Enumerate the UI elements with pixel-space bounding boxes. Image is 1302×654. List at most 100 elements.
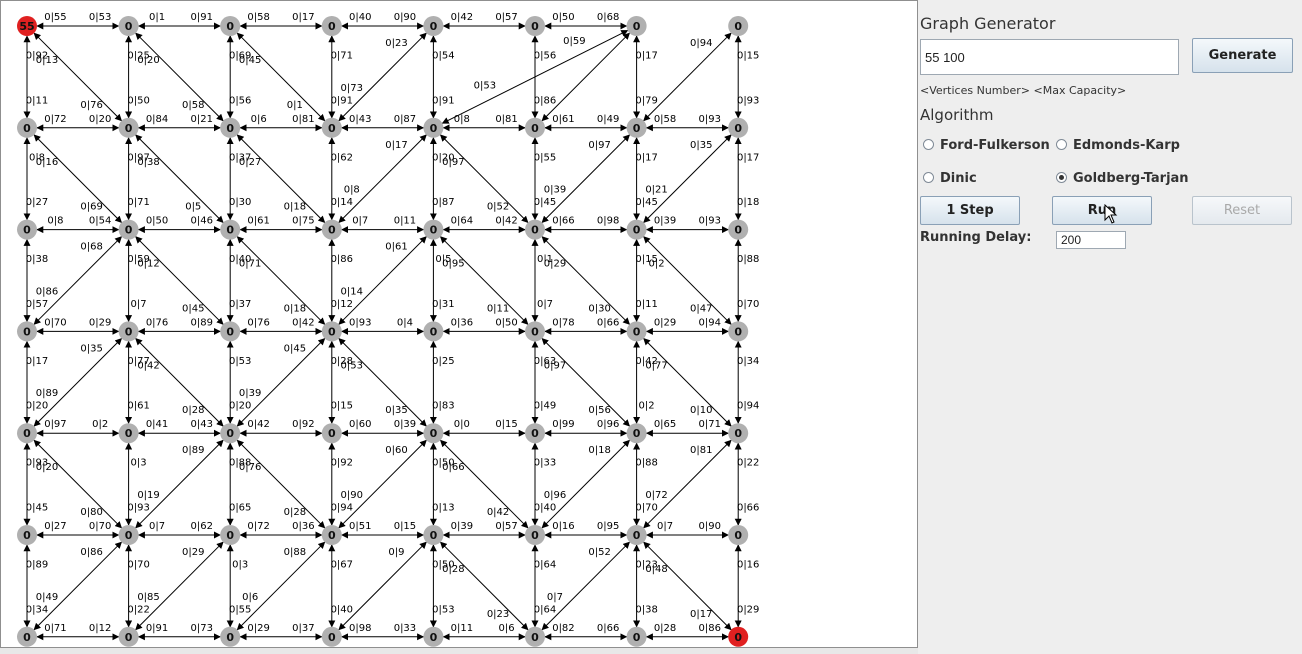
edge-flow-label: 0|94 — [331, 502, 353, 513]
node-excess-label: 0 — [430, 122, 438, 135]
radio-selected-icon — [1056, 172, 1067, 183]
edge-flow-label: 0|88 — [737, 254, 759, 265]
diagonal-edge — [541, 337, 631, 427]
edge-flow-label: 0|87 — [394, 114, 416, 125]
running-delay-input[interactable] — [1056, 231, 1126, 249]
diagonal-edge — [33, 541, 123, 631]
edge-flow-label: 0|46 — [191, 216, 213, 227]
control-panel: Graph Generator Generate <Vertices Numbe… — [918, 0, 1302, 654]
edge-flow-label: 0|55 — [534, 152, 556, 163]
edge-flow-label: 0|29 — [654, 317, 676, 328]
edge-flow-label: 0|95 — [597, 521, 619, 532]
edge-flow-label: 0|55 — [229, 604, 251, 615]
node-excess-label: 0 — [430, 224, 438, 237]
radio-icon — [923, 172, 934, 183]
edge-flow-label: 0|27 — [44, 521, 66, 532]
edge-flow-label: 0|71 — [239, 259, 261, 270]
edge-flow-label: 0|93 — [699, 114, 721, 125]
radio-ford-fulkerson[interactable]: Ford-Fulkerson — [923, 138, 1050, 153]
edge-flow-label: 0|55 — [44, 12, 66, 23]
edge-flow-label: 0|40 — [349, 12, 371, 23]
diagonal-edge — [338, 134, 427, 224]
diagonal-edge — [338, 337, 427, 427]
edge-flow-label: 0|64 — [451, 216, 473, 227]
node-excess-label: 0 — [531, 20, 539, 33]
edge-flow-label: 0|62 — [331, 152, 353, 163]
node-excess-label: 0 — [734, 325, 742, 338]
diagonal-edge — [33, 439, 123, 529]
edge-flow-label: 0|97 — [544, 360, 566, 371]
edge-flow-label: 0|42 — [292, 317, 314, 328]
edge-flow-label: 0|90 — [699, 521, 721, 532]
node-excess-label: 0 — [734, 427, 742, 440]
edge-flow-label: 0|93 — [737, 95, 759, 106]
edge-flow-label: 0|89 — [182, 445, 204, 456]
reset-button[interactable]: Reset — [1192, 196, 1292, 225]
edge-flow-label: 0|81 — [292, 114, 314, 125]
node-excess-label: 0 — [125, 20, 133, 33]
edge-flow-label: 0|57 — [26, 299, 48, 310]
node-excess-label: 0 — [734, 224, 742, 237]
edge-flow-label: 0|31 — [432, 299, 454, 310]
edge-flow-label: 0|7 — [657, 521, 673, 532]
edge-flow-label: 0|80 — [80, 507, 102, 518]
diagonal-edge — [135, 439, 224, 529]
edge-flow-label: 0|76 — [146, 317, 168, 328]
edge-flow-label: 0|66 — [737, 502, 759, 513]
radio-dinic[interactable]: Dinic — [923, 171, 977, 186]
diagonal-edge — [439, 134, 529, 224]
edge-flow-label: 0|93 — [349, 317, 371, 328]
run-button[interactable]: Run — [1052, 196, 1152, 225]
edge-flow-label: 0|11 — [487, 303, 509, 314]
diagonal-edge — [541, 439, 631, 529]
diagonal-edge — [338, 236, 427, 325]
edge-flow-label: 0|28 — [284, 507, 306, 518]
edge-flow-label: 0|4 — [397, 317, 413, 328]
edge-flow-label: 0|87 — [432, 197, 454, 208]
edge-flow-label: 0|30 — [229, 197, 251, 208]
diagonal-edge — [439, 541, 529, 631]
node-excess-label: 0 — [328, 224, 336, 237]
node-excess-label: 0 — [633, 631, 641, 644]
node-excess-label: 0 — [531, 325, 539, 338]
edge-flow-label: 0|53 — [229, 356, 251, 367]
edge-flow-label: 0|39 — [451, 521, 473, 532]
edge-flow-label: 0|39 — [654, 216, 676, 227]
edge-flow-label: 0|56 — [588, 405, 610, 416]
diagonal-edge — [643, 32, 732, 122]
edge-flow-label: 0|40 — [534, 502, 556, 513]
edge-flow-label: 0|20 — [137, 55, 159, 66]
edge-flow-label: 0|94 — [690, 38, 712, 49]
radio-edmonds-karp[interactable]: Edmonds-Karp — [1056, 138, 1180, 153]
edge-flow-label: 0|90 — [341, 490, 363, 501]
diagonal-edge — [236, 134, 326, 224]
radio-goldberg-tarjan[interactable]: Goldberg-Tarjan — [1056, 171, 1189, 186]
generator-input[interactable] — [920, 39, 1179, 75]
edge-flow-label: 0|33 — [394, 623, 416, 634]
edge-flow-label: 0|35 — [690, 140, 712, 151]
edge-flow-label: 0|88 — [635, 458, 657, 469]
edge-flow-label: 0|76 — [247, 317, 269, 328]
edge-flow-label: 0|72 — [247, 521, 269, 532]
diagonal-edge — [135, 337, 224, 427]
node-excess-label: 0 — [226, 427, 234, 440]
edge-flow-label: 0|61 — [385, 242, 407, 253]
edge-flow-label: 0|52 — [588, 547, 610, 558]
edge-flow-label: 0|54 — [432, 51, 454, 62]
node-excess-label: 0 — [531, 529, 539, 542]
edge-flow-label: 0|28 — [654, 623, 676, 634]
edge-flow-label: 0|41 — [146, 419, 168, 430]
edge-flow-label: 0|18 — [737, 197, 759, 208]
edge-flow-label: 0|85 — [137, 592, 159, 603]
edge-flow-label: 0|86 — [36, 286, 58, 297]
node-excess-label: 0 — [226, 20, 234, 33]
edge-flow-label: 0|49 — [534, 401, 556, 412]
edge-flow-label: 0|21 — [191, 114, 213, 125]
one-step-button[interactable]: 1 Step — [920, 196, 1020, 225]
diagonal-edge — [541, 32, 631, 122]
edge-flow-label: 0|65 — [229, 502, 251, 513]
edge-flow-label: 0|61 — [247, 216, 269, 227]
edge-flow-label: 0|97 — [588, 140, 610, 151]
generate-button[interactable]: Generate — [1192, 38, 1293, 73]
edge-flow-label: 0|27 — [239, 157, 261, 168]
